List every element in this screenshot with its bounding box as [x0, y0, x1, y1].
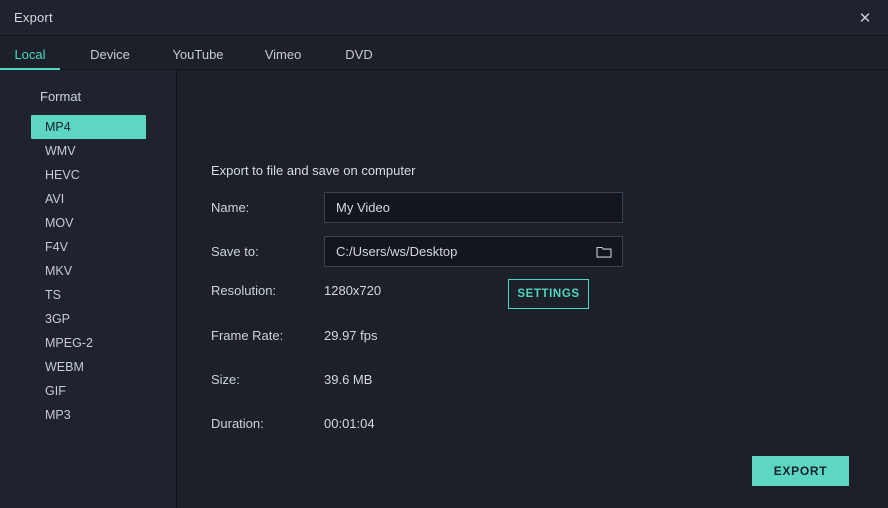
- format-item-f4v[interactable]: F4V: [31, 235, 146, 259]
- size-row: Size: 39.6 MB: [211, 372, 623, 387]
- panel-heading: Export to file and save on computer: [211, 163, 416, 178]
- name-input[interactable]: My Video: [324, 192, 623, 223]
- name-label: Name:: [211, 200, 324, 215]
- format-item-wmv[interactable]: WMV: [31, 139, 146, 163]
- format-item-mp3[interactable]: MP3: [31, 403, 146, 427]
- name-input-value: My Video: [325, 200, 390, 215]
- title-bar: Export ✕: [0, 0, 888, 36]
- format-list: MP4 WMV HEVC AVI MOV F4V MKV TS 3GP MPEG…: [0, 115, 176, 427]
- format-item-webm[interactable]: WEBM: [31, 355, 146, 379]
- format-item-mov[interactable]: MOV: [31, 211, 146, 235]
- duration-value: 00:01:04: [324, 416, 375, 431]
- export-settings-panel: Export to file and save on computer Name…: [177, 70, 888, 508]
- frame-rate-label: Frame Rate:: [211, 328, 324, 343]
- settings-button[interactable]: SETTINGS: [508, 279, 589, 309]
- tab-bar: Local Device YouTube Vimeo DVD: [0, 36, 888, 70]
- size-value: 39.6 MB: [324, 372, 372, 387]
- frame-rate-row: Frame Rate: 29.97 fps: [211, 328, 623, 343]
- window-title: Export: [14, 10, 53, 25]
- folder-icon[interactable]: [596, 245, 612, 259]
- tab-dvd[interactable]: DVD: [330, 48, 388, 69]
- format-item-mp4[interactable]: MP4: [31, 115, 146, 139]
- size-label: Size:: [211, 372, 324, 387]
- resolution-label: Resolution:: [211, 283, 324, 298]
- resolution-value: 1280x720: [324, 283, 381, 298]
- close-icon[interactable]: ✕: [842, 0, 888, 35]
- duration-label: Duration:: [211, 416, 324, 431]
- tab-vimeo[interactable]: Vimeo: [250, 48, 316, 69]
- save-to-input[interactable]: C:/Users/ws/Desktop: [324, 236, 623, 267]
- format-item-avi[interactable]: AVI: [31, 187, 146, 211]
- save-to-input-value: C:/Users/ws/Desktop: [325, 244, 457, 259]
- sidebar-title: Format: [0, 89, 176, 104]
- tab-youtube[interactable]: YouTube: [156, 48, 240, 69]
- tab-device[interactable]: Device: [74, 48, 146, 69]
- save-to-label: Save to:: [211, 244, 324, 259]
- save-to-row: Save to: C:/Users/ws/Desktop: [211, 236, 623, 267]
- frame-rate-value: 29.97 fps: [324, 328, 378, 343]
- format-item-hevc[interactable]: HEVC: [31, 163, 146, 187]
- export-button[interactable]: EXPORT: [752, 456, 849, 486]
- format-sidebar: Format MP4 WMV HEVC AVI MOV F4V MKV TS 3…: [0, 70, 177, 508]
- format-item-mpeg2[interactable]: MPEG-2: [31, 331, 146, 355]
- name-row: Name: My Video: [211, 192, 623, 223]
- export-dialog: Export ✕ Local Device YouTube Vimeo DVD …: [0, 0, 888, 508]
- tab-local[interactable]: Local: [0, 48, 60, 69]
- format-item-ts[interactable]: TS: [31, 283, 146, 307]
- format-item-3gp[interactable]: 3GP: [31, 307, 146, 331]
- dialog-body: Format MP4 WMV HEVC AVI MOV F4V MKV TS 3…: [0, 70, 888, 508]
- format-item-mkv[interactable]: MKV: [31, 259, 146, 283]
- format-item-gif[interactable]: GIF: [31, 379, 146, 403]
- duration-row: Duration: 00:01:04: [211, 416, 623, 431]
